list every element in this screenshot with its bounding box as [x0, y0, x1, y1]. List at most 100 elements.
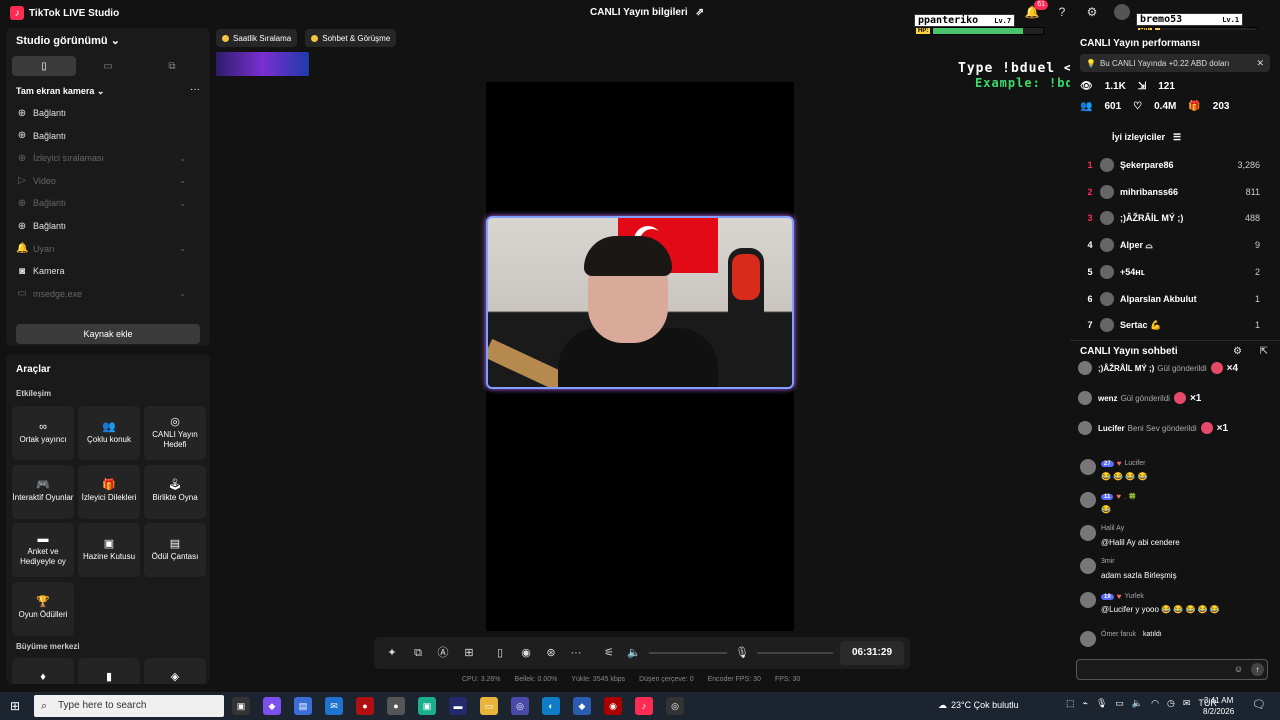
mixer-icon[interactable]: ⚟: [601, 645, 617, 661]
chrome-icon[interactable]: ◎: [511, 697, 529, 715]
gear-icon[interactable]: ⚙: [1084, 4, 1100, 20]
viewer-row[interactable]: 1 Şekerpare86 3,286: [1080, 156, 1260, 174]
app-icon-gray[interactable]: ●: [387, 697, 405, 715]
bell-icon[interactable]: 🔔 61: [1024, 0, 1048, 20]
clock[interactable]: 3:41 AM 8/2/2026: [1203, 695, 1234, 717]
tab-chat-call[interactable]: Sohbet & Görüşme: [305, 29, 397, 47]
viewer-row[interactable]: 5 +54ʜʟ 2: [1080, 263, 1260, 281]
viewer-row[interactable]: 4 Alper ⌓ 9: [1080, 236, 1260, 254]
growth-tool-3[interactable]: ◈: [144, 658, 206, 684]
growth-tool-2[interactable]: ▮: [78, 658, 140, 684]
tab-hourly-ranking[interactable]: Saatlik Sıralama: [216, 29, 298, 47]
source-item[interactable]: ▷ Video ⌄: [16, 173, 186, 189]
source-item[interactable]: ⊕ Bağlantı: [16, 105, 186, 121]
source-item[interactable]: ◙ Kamera: [16, 263, 186, 279]
app-icon-red[interactable]: ●: [356, 697, 374, 715]
live-info-button[interactable]: CANLI Yayın bilgileri ⇗: [590, 7, 704, 18]
source-item[interactable]: ⊕ Bağlantı ⌄: [16, 195, 186, 211]
viewer-row[interactable]: 2 mihribanss66 811: [1080, 183, 1260, 201]
landscape-layout-button[interactable]: ▭: [76, 56, 140, 76]
wifi-icon[interactable]: ◠: [1151, 698, 1159, 709]
chat-user[interactable]: Ömer faruk katıldı: [1101, 631, 1162, 638]
app-icon-darkred[interactable]: ◉: [604, 697, 622, 715]
task-view-icon[interactable]: ▣: [232, 697, 250, 715]
tool-joystick[interactable]: 🕹 Birlikte Oyna: [144, 464, 206, 519]
display-icon[interactable]: ▭: [1115, 698, 1124, 709]
ai-icon[interactable]: Ⓐ: [435, 645, 451, 661]
store-icon[interactable]: ▤: [294, 697, 312, 715]
avatar[interactable]: [1114, 4, 1130, 20]
promo-banner[interactable]: [216, 52, 309, 76]
add-source-button[interactable]: Kaynak ekle: [16, 324, 200, 344]
settings-icon[interactable]: ⚙: [1233, 346, 1242, 357]
tray-icon-2[interactable]: ◷: [1167, 698, 1175, 709]
phone-icon[interactable]: ▯: [492, 645, 508, 661]
tool-trophy[interactable]: 🏆 Oyun Ödülleri: [12, 581, 74, 636]
scene-title[interactable]: Tam ekran kamera ⌄: [16, 86, 104, 97]
effects-icon[interactable]: ✦: [384, 645, 400, 661]
chat-user[interactable]: 11 ♥. 🍀: [1101, 492, 1137, 501]
send-button[interactable]: ↑: [1251, 663, 1264, 676]
tray-icon-3[interactable]: ✉: [1183, 698, 1191, 709]
tool-poll[interactable]: ▬ Anket ve Hediyeyle oy: [12, 523, 74, 577]
microphone-tray-icon[interactable]: 🎙: [1096, 698, 1107, 709]
dual-layout-button[interactable]: ⧉: [140, 56, 204, 76]
popout-icon[interactable]: ⇱: [1260, 346, 1268, 357]
chat-user[interactable]: 19 ♥ Yurlek: [1101, 592, 1144, 601]
source-item[interactable]: ⊕ İzleyici sıralaması ⌄: [16, 150, 186, 166]
viewer-row[interactable]: 3 ;)ÂŽRÂİL MÝ ;) 488: [1080, 209, 1260, 227]
source-item[interactable]: 🔔 Uyarı ⌄: [16, 241, 186, 257]
emoji-icon[interactable]: ☺: [1232, 663, 1245, 676]
viewer-row[interactable]: 6 Alparslan Akbulut 1: [1080, 290, 1260, 308]
tool-users[interactable]: 👥 Çoklu konuk: [78, 406, 140, 460]
studio-view-title[interactable]: Studio görünümü ⌄: [16, 34, 120, 47]
mail-icon[interactable]: ✉: [325, 697, 343, 715]
app-icon-green[interactable]: ▣: [418, 697, 436, 715]
microphone-icon[interactable]: 🎙: [734, 645, 750, 661]
record-icon[interactable]: ◉: [518, 645, 534, 661]
capture-icon[interactable]: ⊛: [543, 645, 559, 661]
edge-icon[interactable]: ◐: [542, 697, 560, 715]
app-icon-blue[interactable]: ◆: [573, 697, 591, 715]
chat-user[interactable]: 3mir: [1101, 558, 1115, 565]
volume-slider[interactable]: [649, 652, 727, 654]
source-item[interactable]: ⊕ Bağlantı: [16, 218, 186, 234]
taskbar-search[interactable]: ⌕ Type here to search: [34, 695, 224, 717]
copilot-icon[interactable]: ◆: [263, 697, 281, 715]
tool-label: CANLI Yayın Hedefi: [152, 429, 198, 449]
top-viewers-header[interactable]: İyi izleyiciler ☰: [1112, 132, 1181, 143]
tray-icon[interactable]: ⬚: [1066, 698, 1075, 709]
close-icon[interactable]: ✕: [1256, 58, 1264, 69]
source-item[interactable]: ⊕ Bağlantı: [16, 128, 186, 144]
windows-start-icon[interactable]: ⊞: [10, 699, 20, 713]
add-media-icon[interactable]: ⊞: [461, 645, 477, 661]
help-icon[interactable]: ?: [1054, 4, 1070, 20]
mic-slider[interactable]: [757, 652, 833, 654]
tool-bag[interactable]: ▤ Ödül Çantası: [144, 523, 206, 577]
app-icon-navy[interactable]: ▬: [449, 697, 467, 715]
chat-text-field[interactable]: [1077, 660, 1227, 679]
viewer-row[interactable]: 7 Sertac 💪 1: [1080, 316, 1260, 334]
portrait-layout-button[interactable]: ▯: [12, 56, 76, 76]
tool-gift[interactable]: 🎁 İzleyici Dilekleri: [78, 464, 140, 519]
volume-icon[interactable]: 🔈: [1132, 698, 1143, 709]
chat-user[interactable]: Halil Ay: [1101, 525, 1124, 532]
network-icon[interactable]: ⌁: [1083, 698, 1088, 709]
obs-icon[interactable]: ◎: [666, 697, 684, 715]
more-icon[interactable]: ···: [190, 84, 200, 95]
growth-tool-1[interactable]: ♦: [12, 658, 74, 684]
tool-gamepad[interactable]: 🎮 İnteraktif Oyunlar: [12, 464, 74, 519]
tool-target[interactable]: ◎ CANLI Yayın Hedefi: [144, 406, 206, 460]
tool-link[interactable]: ∞ Ortak yayıncı: [12, 406, 74, 460]
weather-widget[interactable]: ☁ 23°C Çok bulutlu: [938, 700, 1019, 711]
file-explorer-icon[interactable]: ▭: [480, 697, 498, 715]
notification-center-icon[interactable]: 🗨: [1252, 698, 1266, 711]
more-icon[interactable]: ···: [568, 645, 584, 661]
source-item[interactable]: ▭ msedge.exe ⌄: [16, 286, 186, 302]
tool-chest[interactable]: ▣ Hazine Kutusu: [78, 523, 140, 577]
chat-user[interactable]: 27 ♥ Lucifer: [1101, 459, 1145, 468]
chat-input[interactable]: ☺ ↑: [1076, 659, 1268, 680]
speaker-icon[interactable]: 🔈: [626, 645, 642, 661]
tiktok-studio-icon[interactable]: ♪: [635, 697, 653, 715]
screen-share-icon[interactable]: ⧉: [410, 645, 426, 661]
